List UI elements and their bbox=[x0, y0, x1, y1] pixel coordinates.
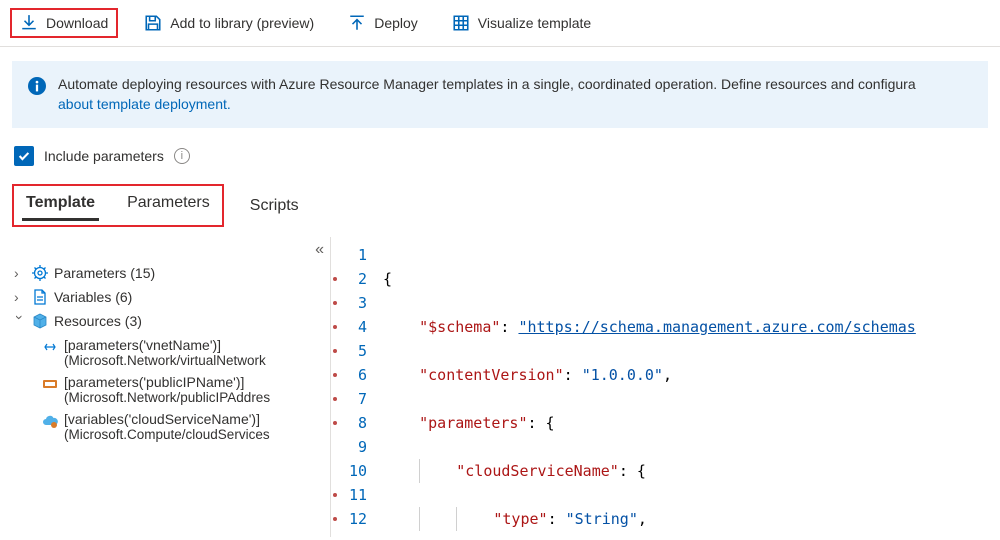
chevron-right-icon: › bbox=[14, 265, 26, 281]
line-gutter: 1 2 3 4 5 6 7 8 9 10 11 12 bbox=[331, 237, 375, 537]
code-editor[interactable]: 1 2 3 4 5 6 7 8 9 10 11 12 { "$schema": … bbox=[330, 237, 1000, 537]
resource-item-publicip[interactable]: [parameters('publicIPName')](Microsoft.N… bbox=[42, 374, 326, 405]
visualize-button[interactable]: Visualize template bbox=[444, 10, 599, 36]
tabs-highlight: Template Parameters bbox=[12, 184, 224, 227]
tab-template[interactable]: Template bbox=[22, 188, 99, 221]
tree-parameters-label: Parameters (15) bbox=[54, 265, 155, 281]
add-library-button[interactable]: Add to library (preview) bbox=[136, 10, 322, 36]
save-icon bbox=[144, 14, 162, 32]
info-icon bbox=[28, 77, 46, 95]
check-icon bbox=[17, 149, 31, 163]
resource-label: [parameters('publicIPName')] bbox=[64, 374, 270, 390]
tree-parameters[interactable]: › Parameters (15) bbox=[14, 261, 326, 285]
include-parameters-checkbox[interactable] bbox=[14, 146, 34, 166]
resource-item-vnet[interactable]: [parameters('vnetName')](Microsoft.Netwo… bbox=[42, 337, 326, 368]
gear-icon bbox=[32, 265, 48, 281]
add-library-label: Add to library (preview) bbox=[170, 15, 314, 31]
chevron-right-icon: › bbox=[14, 289, 26, 305]
download-icon bbox=[20, 14, 38, 32]
resource-type: (Microsoft.Compute/cloudServices bbox=[64, 427, 270, 442]
tree-resources-label: Resources (3) bbox=[54, 313, 142, 329]
chevron-down-icon: › bbox=[12, 315, 28, 327]
visualize-label: Visualize template bbox=[478, 15, 591, 31]
include-parameters-label: Include parameters bbox=[44, 148, 164, 164]
grid-icon bbox=[452, 14, 470, 32]
info-tooltip-icon[interactable]: i bbox=[174, 148, 190, 164]
code-content: { "$schema": "https://schema.management.… bbox=[375, 237, 1000, 537]
resource-type: (Microsoft.Network/publicIPAddres bbox=[64, 390, 270, 405]
collapse-sidebar-icon[interactable]: « bbox=[315, 241, 324, 259]
cube-icon bbox=[32, 313, 48, 329]
banner-link[interactable]: about template deployment. bbox=[58, 96, 231, 112]
info-banner: Automate deploying resources with Azure … bbox=[12, 61, 988, 128]
tab-scripts[interactable]: Scripts bbox=[246, 191, 303, 221]
resource-item-cloudservice[interactable]: [variables('cloudServiceName')](Microsof… bbox=[42, 411, 326, 442]
download-label: Download bbox=[46, 15, 108, 31]
tree-variables[interactable]: › Variables (6) bbox=[14, 285, 326, 309]
toolbar: Download Add to library (preview) Deploy… bbox=[0, 0, 1000, 47]
include-parameters-row: Include parameters i bbox=[14, 146, 986, 166]
tab-parameters[interactable]: Parameters bbox=[123, 188, 214, 221]
tree-sidebar: « › Parameters (15) › Variables (6) › Re… bbox=[0, 237, 330, 537]
upload-icon bbox=[348, 14, 366, 32]
body: « › Parameters (15) › Variables (6) › Re… bbox=[0, 237, 1000, 537]
deploy-label: Deploy bbox=[374, 15, 418, 31]
resource-type: (Microsoft.Network/virtualNetwork bbox=[64, 353, 266, 368]
ip-icon bbox=[42, 376, 58, 392]
resource-label: [variables('cloudServiceName')] bbox=[64, 411, 270, 427]
deploy-button[interactable]: Deploy bbox=[340, 10, 426, 36]
network-icon bbox=[42, 339, 58, 355]
tree-resources[interactable]: › Resources (3) bbox=[14, 309, 326, 333]
cloud-icon bbox=[42, 413, 58, 429]
resource-label: [parameters('vnetName')] bbox=[64, 337, 266, 353]
document-icon bbox=[32, 289, 48, 305]
tabs-row: Template Parameters Scripts bbox=[12, 184, 1000, 227]
tree-variables-label: Variables (6) bbox=[54, 289, 132, 305]
download-button[interactable]: Download bbox=[10, 8, 118, 38]
banner-text: Automate deploying resources with Azure … bbox=[58, 76, 916, 92]
